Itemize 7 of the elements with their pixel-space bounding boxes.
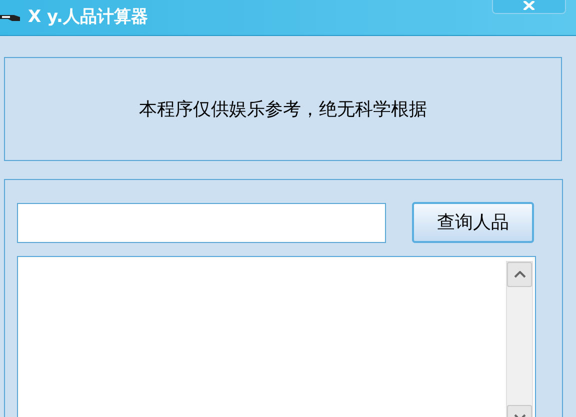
disclaimer-text: 本程序仅供娱乐参考，绝无科学根据 [139,98,427,122]
window-title: X y.人品计算器 [28,6,148,29]
scrollbar[interactable] [506,261,533,417]
close-icon [522,1,536,10]
name-input-field[interactable] [17,202,386,242]
scroll-up-button[interactable] [507,262,532,287]
query-button[interactable]: 查询人品 [412,202,534,243]
